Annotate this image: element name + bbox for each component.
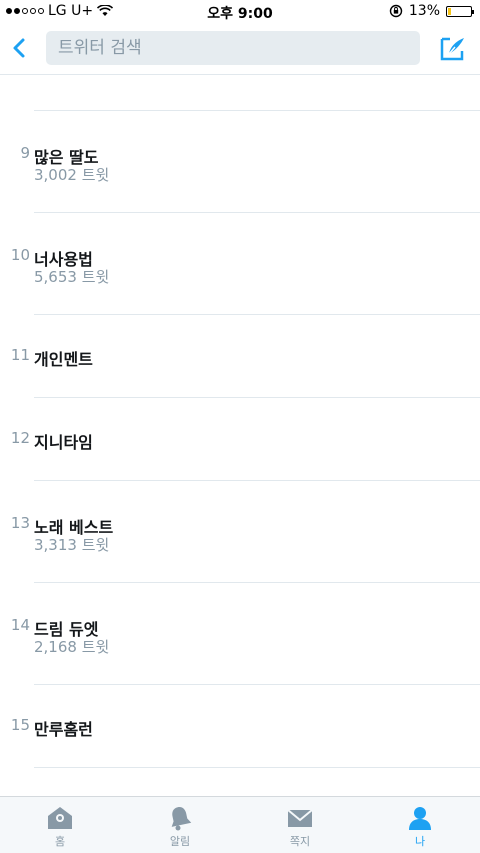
- search-input[interactable]: 트위터 검색: [46, 31, 420, 65]
- trends-list: 9 많은 딸도 3,002 트윗 10 너사용법 5,653 트윗 11 개인멘…: [0, 75, 480, 796]
- trend-topic: 만루홈런: [34, 720, 93, 739]
- trend-row[interactable]: 9 많은 딸도 3,002 트윗: [20, 111, 480, 213]
- back-button[interactable]: [8, 34, 32, 62]
- trend-row[interactable]: 13 노래 베스트 3,313 트윗: [11, 481, 480, 583]
- trend-row[interactable]: 14 드림 듀엣 2,168 트윗: [11, 583, 480, 685]
- trend-row[interactable]: 12 지니타임: [11, 398, 480, 481]
- chevron-left-icon: [13, 38, 25, 58]
- tab-home[interactable]: 홈: [0, 797, 120, 853]
- trend-rank: 12: [10, 429, 30, 447]
- trend-rank: 11: [10, 346, 30, 364]
- tab-messages[interactable]: 쪽지: [240, 797, 360, 853]
- trend-rank: 13: [10, 514, 30, 532]
- compose-button[interactable]: [438, 35, 466, 63]
- tab-bar: 홈 알림 쪽지 나: [0, 796, 480, 853]
- battery-percent: 13%: [408, 3, 440, 19]
- trend-tweet-count: 3,313 트윗: [34, 536, 110, 554]
- battery-icon: [446, 5, 474, 17]
- tab-label: 알림: [169, 835, 191, 848]
- compose-icon: [440, 37, 464, 61]
- list-item-partial[interactable]: [34, 75, 480, 111]
- search-header: 트위터 검색: [0, 24, 480, 75]
- tab-label: 나: [414, 835, 426, 848]
- envelope-icon: [287, 809, 313, 827]
- trend-tweet-count: 5,653 트윗: [34, 268, 110, 286]
- trend-rank: 10: [10, 246, 30, 264]
- trend-tweet-count: 3,002 트윗: [34, 166, 110, 184]
- tab-label: 홈: [54, 835, 66, 848]
- battery-level: [448, 7, 451, 15]
- home-icon: [48, 807, 72, 829]
- trend-row[interactable]: 10 너사용법 5,653 트윗: [11, 213, 480, 315]
- trend-tweet-count: 2,168 트윗: [34, 638, 110, 656]
- orientation-lock-icon: [389, 4, 403, 18]
- status-bar: LG U+ 오후 9:00 13%: [0, 0, 480, 24]
- person-icon: [409, 807, 431, 830]
- trend-row[interactable]: 15 만루홈런: [11, 685, 480, 768]
- trend-topic: 개인멘트: [34, 350, 93, 369]
- tab-notifications[interactable]: 알림: [120, 797, 240, 853]
- tab-me[interactable]: 나: [360, 797, 480, 853]
- trend-topic: 지니타임: [34, 433, 93, 452]
- tab-label: 쪽지: [289, 835, 311, 848]
- bell-icon: [171, 807, 192, 831]
- trend-rank: 9: [20, 144, 30, 162]
- status-right: 13%: [389, 3, 474, 19]
- trend-row[interactable]: 11 개인멘트: [11, 315, 480, 398]
- trend-rank: 14: [10, 616, 30, 634]
- trend-rank: 15: [10, 716, 30, 734]
